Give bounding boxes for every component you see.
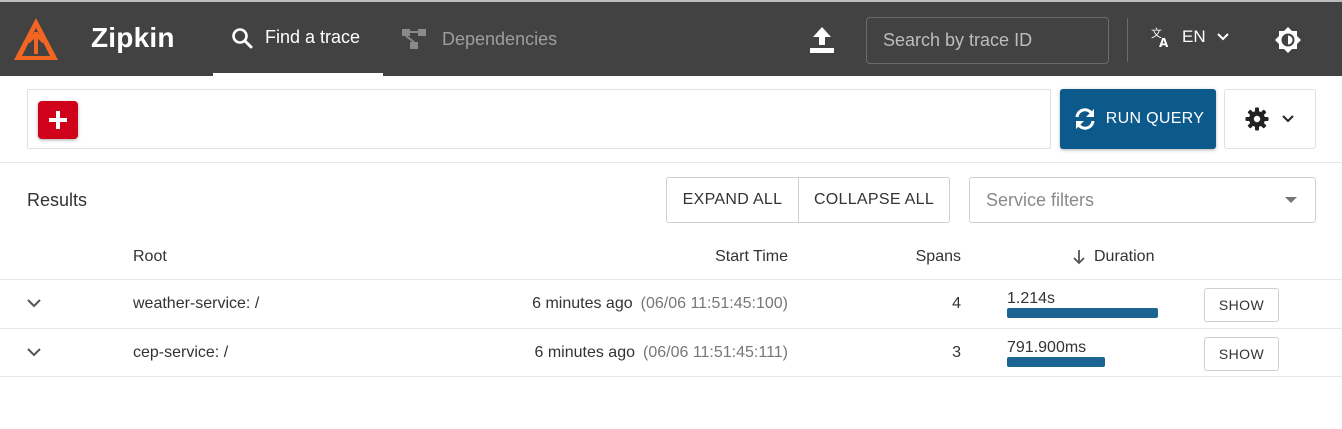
tab-find-a-trace-label: Find a trace — [265, 27, 361, 47]
chevron-down-icon — [1216, 33, 1229, 41]
tab-find-a-trace[interactable]: Find a trace — [213, 2, 383, 76]
column-header-start-time[interactable]: Start Time — [600, 248, 788, 266]
table-row[interactable]: weather-service: / 6 minutes ago (06/06 1… — [0, 279, 1342, 328]
refresh-icon — [1075, 108, 1095, 130]
root-service-name: cep-service: / — [133, 344, 229, 361]
brand-title[interactable]: Zipkin — [91, 22, 175, 54]
table-row[interactable]: cep-service: / 6 minutes ago (06/06 11:51… — [0, 328, 1342, 377]
translate-icon: 文 A — [1151, 26, 1169, 48]
column-header-root[interactable]: Root — [133, 248, 167, 266]
absolute-time: (06/06 11:51:45:100) — [640, 295, 788, 312]
root-service-name: weather-service: / — [133, 295, 260, 312]
language-selector[interactable]: 文 A EN — [1150, 26, 1230, 48]
relative-time: 6 minutes ago — [532, 295, 633, 312]
svg-text:A: A — [1159, 36, 1169, 48]
results-title: Results — [27, 190, 88, 210]
service-filter-placeholder: Service filters — [986, 189, 1095, 210]
start-time-cell: 6 minutes ago (06/06 11:51:45:111) — [420, 344, 788, 362]
span-count: 3 — [952, 344, 961, 361]
start-time-cell: 6 minutes ago (06/06 11:51:45:100) — [420, 295, 788, 313]
run-query-label: RUN QUERY — [1105, 110, 1205, 127]
duration-value: 1.214s — [1007, 290, 1056, 307]
header-divider — [1127, 18, 1128, 62]
column-header-spans[interactable]: Spans — [880, 248, 961, 266]
query-settings-button[interactable] — [1224, 89, 1316, 149]
column-header-duration-label: Duration — [1094, 248, 1155, 265]
zipkin-logo-icon[interactable] — [12, 16, 60, 64]
duration-value: 791.900ms — [1007, 339, 1087, 356]
language-label: EN — [1182, 27, 1206, 46]
expand-all-button[interactable]: EXPAND ALL — [667, 178, 799, 222]
gear-icon — [1245, 107, 1269, 131]
chevron-down-icon — [1282, 115, 1294, 123]
upload-icon[interactable] — [806, 24, 838, 56]
tab-dependencies-label: Dependencies — [442, 28, 558, 49]
dropdown-arrow-icon — [1285, 197, 1297, 203]
service-filter-select[interactable]: Service filters — [969, 177, 1316, 223]
column-header-duration[interactable]: Duration — [1072, 248, 1154, 266]
run-query-button[interactable]: RUN QUERY — [1060, 89, 1216, 149]
span-count: 4 — [952, 295, 961, 312]
show-trace-button[interactable]: SHOW — [1204, 337, 1279, 371]
duration-bar — [1007, 357, 1105, 367]
absolute-time: (06/06 11:51:45:111) — [643, 344, 788, 361]
relative-time: 6 minutes ago — [534, 344, 635, 361]
tab-dependencies[interactable]: Dependencies — [400, 2, 580, 76]
app-header: Zipkin Find a trace Dependencies 文 A EN — [0, 0, 1342, 76]
search-icon — [232, 27, 253, 48]
duration-bar — [1007, 308, 1158, 318]
theme-toggle-icon[interactable] — [1274, 26, 1302, 54]
expand-collapse-group: EXPAND ALL COLLAPSE ALL — [666, 177, 950, 223]
show-trace-button[interactable]: SHOW — [1204, 288, 1279, 322]
collapse-all-button[interactable]: COLLAPSE ALL — [799, 178, 949, 222]
expand-row-chevron-icon[interactable] — [26, 346, 42, 358]
expand-row-chevron-icon[interactable] — [26, 297, 42, 309]
plus-icon — [49, 111, 67, 129]
trace-id-search-input[interactable] — [866, 17, 1109, 64]
arrow-down-icon — [1073, 250, 1085, 265]
query-criteria-bar[interactable] — [27, 89, 1051, 149]
add-criteria-button[interactable] — [38, 101, 78, 139]
dependencies-icon — [402, 29, 426, 49]
section-divider — [0, 162, 1342, 163]
